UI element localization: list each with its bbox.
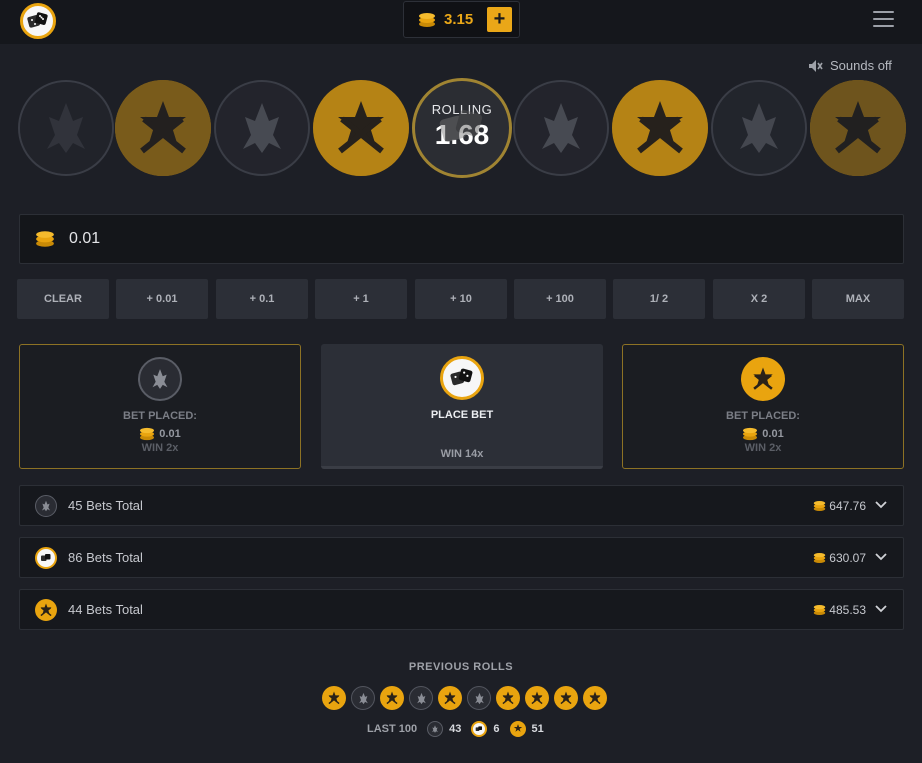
add-0.01-button[interactable]: + 0.01 bbox=[116, 279, 208, 319]
ct-coin bbox=[711, 80, 807, 176]
totals-row-dice[interactable]: 86 Bets Total 630.07 bbox=[19, 537, 904, 578]
dice-coin-icon bbox=[440, 356, 484, 400]
t-coin bbox=[612, 80, 708, 176]
sounds-toggle[interactable]: Sounds off bbox=[808, 58, 892, 73]
add-funds-button[interactable]: + bbox=[487, 7, 512, 32]
dice-coin-icon bbox=[471, 721, 488, 737]
balance-amount: 3.15 bbox=[444, 11, 474, 28]
ct-coin-icon bbox=[35, 494, 57, 517]
ct-coin-icon bbox=[138, 357, 182, 401]
bet-panel-t[interactable]: BET PLACED: 0.01 WIN 2x bbox=[622, 344, 904, 469]
coins-icon bbox=[419, 12, 435, 27]
dice-icon bbox=[439, 109, 483, 142]
totals-row-ct[interactable]: 45 Bets Total 647.76 bbox=[19, 485, 904, 526]
ct-coin bbox=[214, 80, 310, 176]
bet-amount-input[interactable] bbox=[69, 230, 769, 248]
bet-amount: 0.01 bbox=[20, 427, 300, 441]
bet-amount-field[interactable] bbox=[19, 214, 904, 264]
win-multiplier: WIN 2x bbox=[141, 442, 179, 454]
sounds-label: Sounds off bbox=[830, 58, 892, 73]
last-100-label: LAST 100 bbox=[367, 723, 418, 735]
previous-rolls-list bbox=[322, 686, 612, 712]
logo[interactable] bbox=[20, 3, 56, 39]
hamburger-icon[interactable] bbox=[873, 11, 894, 29]
max-button[interactable]: MAX bbox=[812, 279, 904, 319]
coins-icon bbox=[814, 500, 826, 511]
t-roll-icon bbox=[583, 686, 607, 710]
t-roll-icon bbox=[438, 686, 462, 710]
win-multiplier: WIN 2x bbox=[744, 442, 782, 454]
coins-icon bbox=[814, 552, 826, 563]
t-roll-icon bbox=[525, 686, 549, 710]
add-100-button[interactable]: + 100 bbox=[514, 279, 606, 319]
last-100-stats: LAST 100 43 6 51 bbox=[367, 721, 544, 737]
coins-icon bbox=[743, 427, 758, 441]
chevron-down-icon[interactable] bbox=[875, 499, 887, 511]
coins-icon bbox=[814, 604, 826, 615]
dice-count: 6 bbox=[493, 723, 500, 735]
t-coin bbox=[313, 80, 409, 176]
t-coin-icon bbox=[509, 721, 526, 737]
add-10-button[interactable]: + 10 bbox=[415, 279, 507, 319]
bets-total-label: 45 Bets Total bbox=[68, 498, 143, 513]
t-coin-icon bbox=[741, 357, 785, 401]
total-amount: 485.53 bbox=[813, 603, 866, 617]
half-button[interactable]: 1/ 2 bbox=[613, 279, 705, 319]
t-coin bbox=[810, 80, 906, 176]
totals-row-t[interactable]: 44 Bets Total 485.53 bbox=[19, 589, 904, 630]
speaker-muted-icon bbox=[809, 59, 823, 72]
ct-roll-icon bbox=[467, 686, 491, 710]
t-roll-icon bbox=[554, 686, 578, 710]
dice-icon bbox=[27, 12, 48, 28]
bet-placed-label: BET PLACED: bbox=[726, 410, 800, 422]
ct-coin-icon bbox=[427, 721, 444, 737]
clear-button[interactable]: CLEAR bbox=[17, 279, 109, 319]
balance-box: 3.15 + bbox=[403, 1, 520, 38]
chevron-down-icon[interactable] bbox=[875, 603, 887, 615]
t-roll-icon bbox=[322, 686, 346, 710]
ct-count: 43 bbox=[449, 723, 462, 735]
previous-rolls-title: PREVIOUS ROLLS bbox=[408, 661, 514, 673]
ct-coin bbox=[513, 80, 609, 176]
ct-roll-icon bbox=[409, 686, 433, 710]
t-roll-icon bbox=[380, 686, 404, 710]
double-button[interactable]: X 2 bbox=[713, 279, 805, 319]
bet-panel-dice[interactable]: PLACE BET WIN 14x bbox=[321, 344, 603, 469]
coins-icon bbox=[140, 427, 155, 441]
total-amount: 630.07 bbox=[813, 551, 866, 565]
chevron-down-icon[interactable] bbox=[875, 551, 887, 563]
place-bet-label: PLACE BET bbox=[430, 409, 494, 421]
add-0.1-button[interactable]: + 0.1 bbox=[216, 279, 308, 319]
t-roll-icon bbox=[496, 686, 520, 710]
bets-total-label: 44 Bets Total bbox=[68, 602, 143, 617]
coins-icon bbox=[36, 231, 54, 247]
win-multiplier: WIN 14x bbox=[440, 448, 484, 460]
top-bar: 3.15 + bbox=[0, 0, 922, 44]
roll-strip: ROLLING 1.68 bbox=[0, 78, 922, 182]
t-coin bbox=[115, 80, 211, 176]
bet-placed-label: BET PLACED: bbox=[123, 410, 197, 422]
ct-coin bbox=[18, 80, 114, 176]
dice-coin-icon bbox=[35, 546, 57, 569]
t-count: 51 bbox=[531, 723, 544, 735]
add-1-button[interactable]: + 1 bbox=[315, 279, 407, 319]
total-amount: 647.76 bbox=[813, 499, 866, 513]
bet-panel-ct[interactable]: BET PLACED: 0.01 WIN 2x bbox=[19, 344, 301, 469]
ct-roll-icon bbox=[351, 686, 375, 710]
t-coin-icon bbox=[35, 598, 57, 621]
bet-amount: 0.01 bbox=[623, 427, 903, 441]
bets-total-label: 86 Bets Total bbox=[68, 550, 143, 565]
rolling-indicator: ROLLING 1.68 bbox=[412, 78, 512, 178]
